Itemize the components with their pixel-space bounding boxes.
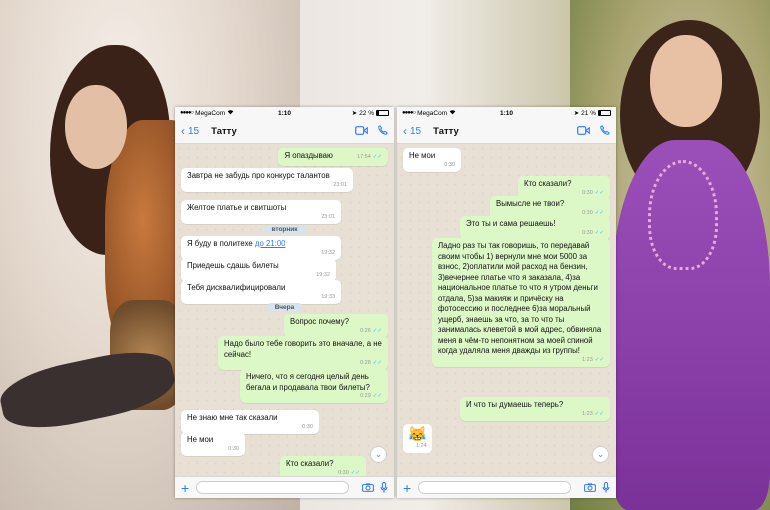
- message-time: 23:01: [321, 213, 335, 220]
- battery-fill: [377, 111, 380, 115]
- chat-screenshot-right: ●●●●○ MegaCom 1:10 ➤ 21 % ‹ 15 Татту Не …: [397, 107, 616, 498]
- day-separator: Вчера: [266, 303, 303, 312]
- message-time: 19:32: [321, 249, 335, 256]
- message-time: 1:24: [415, 443, 427, 449]
- right-woman-dress-embroidery: [648, 160, 718, 270]
- day-separator: вторник: [263, 225, 306, 234]
- back-button[interactable]: ‹ 15: [403, 125, 421, 137]
- message-time: 19:33: [321, 293, 335, 300]
- chevron-left-icon: ‹: [181, 124, 185, 138]
- chevron-down-icon: ⌄: [374, 449, 383, 459]
- chevron-left-icon: ‹: [403, 124, 407, 138]
- message-time: 0:30: [338, 469, 349, 476]
- message-time: 0:30: [444, 161, 455, 168]
- status-time: 1:10: [499, 109, 513, 117]
- message-bubble[interactable]: Завтра не забудь про конкурс талантов 23…: [181, 168, 353, 192]
- read-ticks-icon: ✓✓: [594, 410, 604, 417]
- time-link[interactable]: до 21:00: [255, 239, 286, 248]
- message-time: 0:28: [360, 360, 371, 366]
- message-bubble[interactable]: Я буду в политехе до 21:00 19:32: [181, 236, 341, 260]
- read-ticks-icon: ✓✓: [594, 229, 604, 236]
- message-time: 0:30: [302, 423, 313, 430]
- message-bubble[interactable]: Это ты и сама решаешь! 0:30 ✓✓: [460, 216, 610, 240]
- battery-icon: [376, 110, 389, 116]
- message-time: 0:29: [360, 393, 371, 399]
- emoji-message[interactable]: 😹 1:24: [403, 424, 432, 453]
- message-bubble[interactable]: Вопрос почему? 0:26 ✓✓: [284, 314, 388, 338]
- message-bubble[interactable]: Не знаю мне так сказали 0:30: [181, 410, 319, 434]
- chat-screenshot-left: ●●●●○ MegaCom 1:10 ➤ 22 % ‹ 15 Татту Я о…: [175, 107, 394, 498]
- message-bubble[interactable]: Тебя дисквалифицировали 19:33: [181, 280, 341, 304]
- microphone-icon[interactable]: [602, 482, 610, 493]
- message-time: 1:23: [582, 356, 593, 363]
- phone-call-icon[interactable]: [600, 125, 610, 137]
- unread-count: 15: [410, 125, 422, 137]
- status-time: 1:10: [277, 109, 291, 117]
- message-bubble[interactable]: Не мои 0:30: [181, 432, 245, 456]
- unread-count: 15: [188, 125, 200, 137]
- message-bubble[interactable]: Не мои 0:30: [403, 148, 461, 172]
- chat-area[interactable]: Я опаздываю 17:54 ✓✓ Завтра не забудь про…: [175, 144, 394, 480]
- read-ticks-icon: ✓✓: [594, 189, 604, 196]
- status-bar: ●●●●○ MegaCom 1:10 ➤ 22 %: [175, 107, 394, 119]
- video-call-icon[interactable]: [577, 125, 590, 137]
- message-time: 0:30: [228, 445, 239, 452]
- read-ticks-icon: ✓✓: [350, 469, 360, 476]
- battery-fill: [599, 111, 602, 115]
- message-time: 0:30: [582, 209, 593, 216]
- plus-icon[interactable]: +: [403, 481, 411, 495]
- message-time: 1:23: [582, 410, 593, 417]
- phone-call-icon[interactable]: [378, 125, 388, 137]
- read-ticks-icon: ✓✓: [594, 356, 604, 363]
- plus-icon[interactable]: +: [181, 481, 189, 495]
- contact-name[interactable]: Татту: [211, 126, 237, 137]
- contact-name[interactable]: Татту: [433, 126, 459, 137]
- microphone-icon[interactable]: [380, 482, 388, 493]
- camera-icon[interactable]: [362, 483, 374, 492]
- read-ticks-icon: ✓✓: [594, 209, 604, 216]
- video-call-icon[interactable]: [355, 125, 368, 137]
- camera-icon[interactable]: [584, 483, 596, 492]
- message-bubble[interactable]: Желтое платье и свитшоты 23:01: [181, 200, 341, 224]
- message-bubble[interactable]: Я опаздываю 17:54 ✓✓: [278, 148, 388, 166]
- read-ticks-icon: ✓✓: [372, 327, 382, 334]
- message-time: 0:30: [582, 189, 593, 196]
- message-bubble[interactable]: Ладно раз ты так говоришь, то передавай …: [432, 238, 610, 367]
- message-time: 17:54: [357, 154, 371, 160]
- cat-tears-of-joy-emoji: 😹: [408, 426, 427, 443]
- message-input-bar: +: [397, 476, 616, 498]
- status-bar: ●●●●○ MegaCom 1:10 ➤ 21 %: [397, 107, 616, 119]
- message-time: 0:26: [360, 327, 371, 334]
- battery-icon: [598, 110, 611, 116]
- left-woman-face: [65, 85, 127, 169]
- chevron-down-icon: ⌄: [596, 449, 605, 459]
- message-input[interactable]: [418, 481, 571, 494]
- scroll-down-button[interactable]: ⌄: [592, 446, 609, 463]
- message-time: 0:30: [582, 229, 593, 236]
- message-input[interactable]: [196, 481, 349, 494]
- chat-header: ‹ 15 Татту: [397, 119, 616, 144]
- message-bubble[interactable]: Ничего, что я сегодня целый день бегала …: [240, 369, 388, 403]
- message-time: 19:32: [316, 271, 330, 278]
- read-ticks-icon: ✓✓: [372, 154, 382, 160]
- message-time: 23:01: [333, 181, 347, 188]
- scroll-down-button[interactable]: ⌄: [370, 446, 387, 463]
- read-ticks-icon: ✓✓: [372, 360, 382, 366]
- read-ticks-icon: ✓✓: [372, 393, 382, 399]
- chat-header: ‹ 15 Татту: [175, 119, 394, 144]
- message-bubble[interactable]: Надо было тебе говорить это вначале, а н…: [218, 336, 388, 370]
- chat-area[interactable]: Не мои 0:30 Кто сказали? 0:30 ✓✓ Вымысле …: [397, 144, 616, 476]
- message-bubble[interactable]: Приедешь сдашь билеты 19:32: [181, 258, 336, 282]
- right-woman-face: [650, 35, 722, 127]
- message-bubble[interactable]: И что ты думаешь теперь? 1:23 ✓✓: [460, 397, 610, 421]
- back-button[interactable]: ‹ 15: [181, 125, 199, 137]
- message-input-bar: +: [175, 476, 394, 498]
